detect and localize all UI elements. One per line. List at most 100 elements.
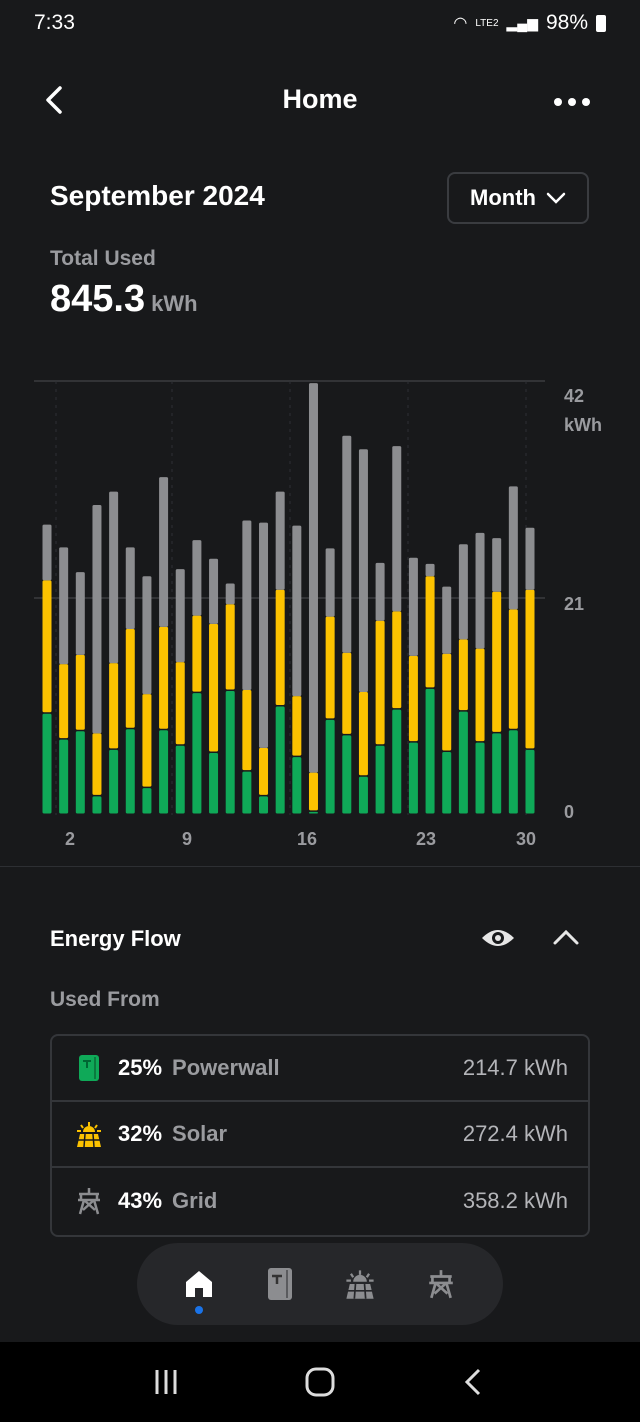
bar-solar-day-28[interactable] [492,591,502,732]
bar-solar-day-7[interactable] [142,694,152,787]
bar-grid-day-2[interactable] [59,547,69,665]
bar-grid-day-21[interactable] [375,562,385,621]
bar-solar-day-12[interactable] [225,604,235,690]
bar-solar-day-27[interactable] [475,648,485,742]
bar-powerwall-day-16[interactable] [292,757,302,814]
bar-grid-day-28[interactable] [492,538,502,592]
bar-grid-day-23[interactable] [408,557,418,656]
bar-solar-day-23[interactable] [408,655,418,742]
bar-powerwall-day-13[interactable] [242,771,252,814]
list-item-powerwall[interactable]: 25% Powerwall 214.7 kWh [52,1036,588,1102]
bar-solar-day-3[interactable] [75,654,85,730]
bar-grid-day-16[interactable] [292,525,302,697]
bar-grid-day-26[interactable] [458,544,468,640]
bar-solar-day-5[interactable] [109,663,119,749]
bar-solar-day-24[interactable] [425,576,435,688]
bar-powerwall-day-6[interactable] [125,729,135,814]
range-select[interactable]: Month [447,172,589,224]
bar-powerwall-day-20[interactable] [358,776,368,814]
bar-grid-day-22[interactable] [392,446,402,612]
bar-grid-day-24[interactable] [425,563,435,577]
bar-solar-day-26[interactable] [458,639,468,711]
bar-powerwall-day-17[interactable] [308,811,318,814]
bar-powerwall-day-21[interactable] [375,745,385,814]
bar-powerwall-day-8[interactable] [159,730,169,814]
nav-powerwall[interactable] [255,1254,305,1314]
bar-solar-day-13[interactable] [242,689,252,771]
bar-solar-day-20[interactable] [358,692,368,776]
bar-solar-day-14[interactable] [259,747,269,795]
bar-powerwall-day-29[interactable] [508,730,518,814]
more-button[interactable] [552,84,592,127]
list-item-solar[interactable]: 32% Solar 272.4 kWh [52,1102,588,1168]
bar-grid-day-13[interactable] [242,520,252,690]
bar-grid-day-25[interactable] [442,586,452,654]
list-item-grid[interactable]: 43% Grid 358.2 kWh [52,1168,588,1234]
system-home-button[interactable] [304,1366,336,1398]
bar-solar-day-11[interactable] [209,623,219,752]
bar-powerwall-day-5[interactable] [109,749,119,814]
bar-powerwall-day-22[interactable] [392,709,402,814]
bar-solar-day-18[interactable] [325,616,335,719]
bar-powerwall-day-30[interactable] [525,749,535,814]
bar-grid-day-30[interactable] [525,527,535,590]
bar-powerwall-day-9[interactable] [175,745,185,814]
bar-grid-day-8[interactable] [159,477,169,627]
bar-powerwall-day-23[interactable] [408,742,418,814]
bar-grid-day-4[interactable] [92,505,102,734]
bar-solar-day-16[interactable] [292,696,302,756]
recent-apps-button[interactable] [151,1367,181,1397]
bar-powerwall-day-18[interactable] [325,719,335,814]
collapse-button[interactable] [550,922,582,959]
bar-solar-day-17[interactable] [308,772,318,811]
bar-powerwall-day-10[interactable] [192,693,202,814]
bar-solar-day-29[interactable] [508,609,518,729]
system-back-button[interactable] [459,1367,489,1397]
bar-solar-day-30[interactable] [525,589,535,749]
bar-grid-day-18[interactable] [325,548,335,617]
bar-grid-day-1[interactable] [42,524,52,581]
bar-grid-day-5[interactable] [109,491,119,664]
bar-powerwall-day-12[interactable] [225,691,235,814]
bar-grid-day-10[interactable] [192,540,202,616]
bar-powerwall-day-28[interactable] [492,733,502,814]
bar-powerwall-day-25[interactable] [442,751,452,814]
nav-grid[interactable] [416,1254,466,1314]
bar-powerwall-day-26[interactable] [458,711,468,814]
bar-solar-day-10[interactable] [192,615,202,692]
bar-powerwall-day-1[interactable] [42,713,52,814]
bar-powerwall-day-4[interactable] [92,796,102,814]
bar-grid-day-11[interactable] [209,558,219,624]
bar-solar-day-22[interactable] [392,611,402,709]
nav-solar[interactable] [335,1254,385,1314]
bar-solar-day-2[interactable] [59,664,69,739]
bar-powerwall-day-24[interactable] [425,688,435,814]
bar-solar-day-6[interactable] [125,629,135,728]
bar-grid-day-9[interactable] [175,569,185,663]
bar-solar-day-19[interactable] [342,652,352,734]
bar-powerwall-day-11[interactable] [209,753,219,814]
bar-grid-day-27[interactable] [475,532,485,649]
bar-powerwall-day-2[interactable] [59,739,69,814]
bar-grid-day-6[interactable] [125,547,135,629]
nav-home[interactable] [174,1254,224,1314]
bar-solar-day-15[interactable] [275,589,285,705]
bar-powerwall-day-19[interactable] [342,735,352,814]
bar-grid-day-12[interactable] [225,583,235,605]
bar-powerwall-day-3[interactable] [75,731,85,814]
bar-powerwall-day-15[interactable] [275,706,285,814]
bar-solar-day-9[interactable] [175,662,185,745]
bar-solar-day-8[interactable] [159,626,169,729]
bar-solar-day-25[interactable] [442,653,452,751]
bar-grid-day-3[interactable] [75,572,85,655]
bar-grid-day-15[interactable] [275,491,285,590]
bar-solar-day-21[interactable] [375,620,385,745]
bar-grid-day-7[interactable] [142,576,152,695]
bar-solar-day-4[interactable] [92,733,102,795]
bar-grid-day-17[interactable] [308,383,318,773]
bar-grid-day-14[interactable] [259,522,269,748]
bar-grid-day-20[interactable] [358,449,368,693]
bar-powerwall-day-7[interactable] [142,788,152,814]
visibility-toggle[interactable] [480,922,516,959]
bar-powerwall-day-14[interactable] [259,796,269,814]
